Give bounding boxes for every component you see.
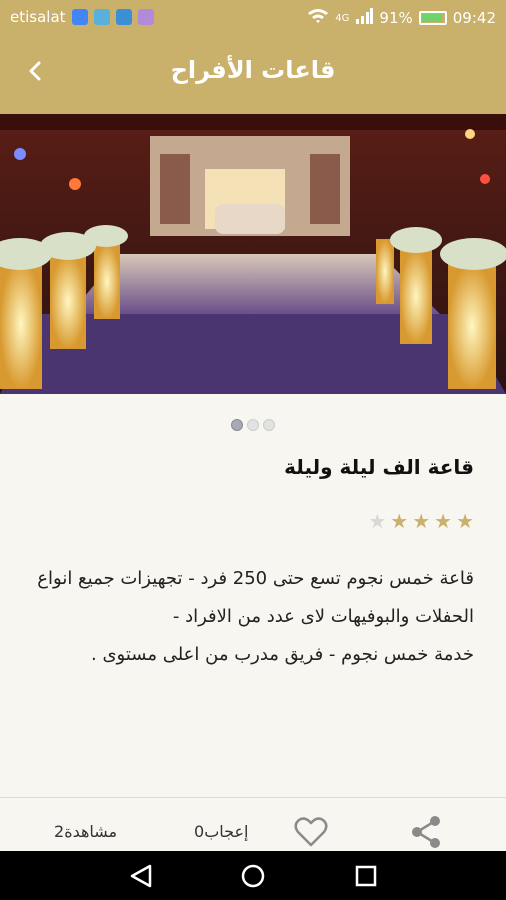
clock: 09:42 [452,9,496,27]
views-count: 2مشاهدة [54,822,118,841]
status-left: etisalat [10,8,154,26]
page-title: قاعات الأفراح [170,56,336,84]
venue-name: قاعة الف ليلة وليلة [284,455,474,479]
app-notification-icon [93,9,110,25]
gallery-pagination [0,419,506,431]
star-icon: ★ [412,509,431,533]
star-icon: ★ [456,509,474,533]
star-icon: ★ [434,509,453,533]
wifi-icon [307,8,329,28]
google-icon [71,9,88,25]
battery-percent: 91% [379,9,413,27]
back-nav-icon[interactable] [128,863,154,889]
star-icon: ★ [368,509,387,533]
likes-count: 0إعجاب [194,822,249,841]
gallery-notification-icon [137,9,154,25]
status-bar: etisalat 4G 91% 09:42 [0,0,506,34]
venue-description: قاعة خمس نجوم تسع حتى 250 فرد - تجهيزات … [37,568,474,665]
home-nav-icon[interactable] [240,863,266,889]
pagination-dot[interactable] [247,419,259,431]
star-icon: ★ [390,509,409,533]
share-icon[interactable] [410,814,442,850]
status-right: 4G 91% 09:42 [307,8,496,28]
rating-stars: ★ ★ ★ ★ ★ [368,509,474,533]
recents-nav-icon[interactable] [353,863,379,889]
venue-photo-illustration [0,114,506,394]
app-bar: قاعات الأفراح [0,34,506,114]
venue-photo[interactable] [0,114,506,394]
signal-icon [355,8,374,28]
action-bar: 2مشاهدة 0إعجاب [0,797,506,851]
network-type-label: 4G [335,12,350,24]
battery-icon [418,11,447,25]
system-nav-bar [0,851,506,900]
pagination-dot[interactable] [231,419,243,431]
carrier-label: etisalat [10,8,66,26]
pagination-dot[interactable] [263,419,275,431]
bluetooth-notification-icon [115,9,132,25]
heart-icon[interactable] [294,816,328,848]
